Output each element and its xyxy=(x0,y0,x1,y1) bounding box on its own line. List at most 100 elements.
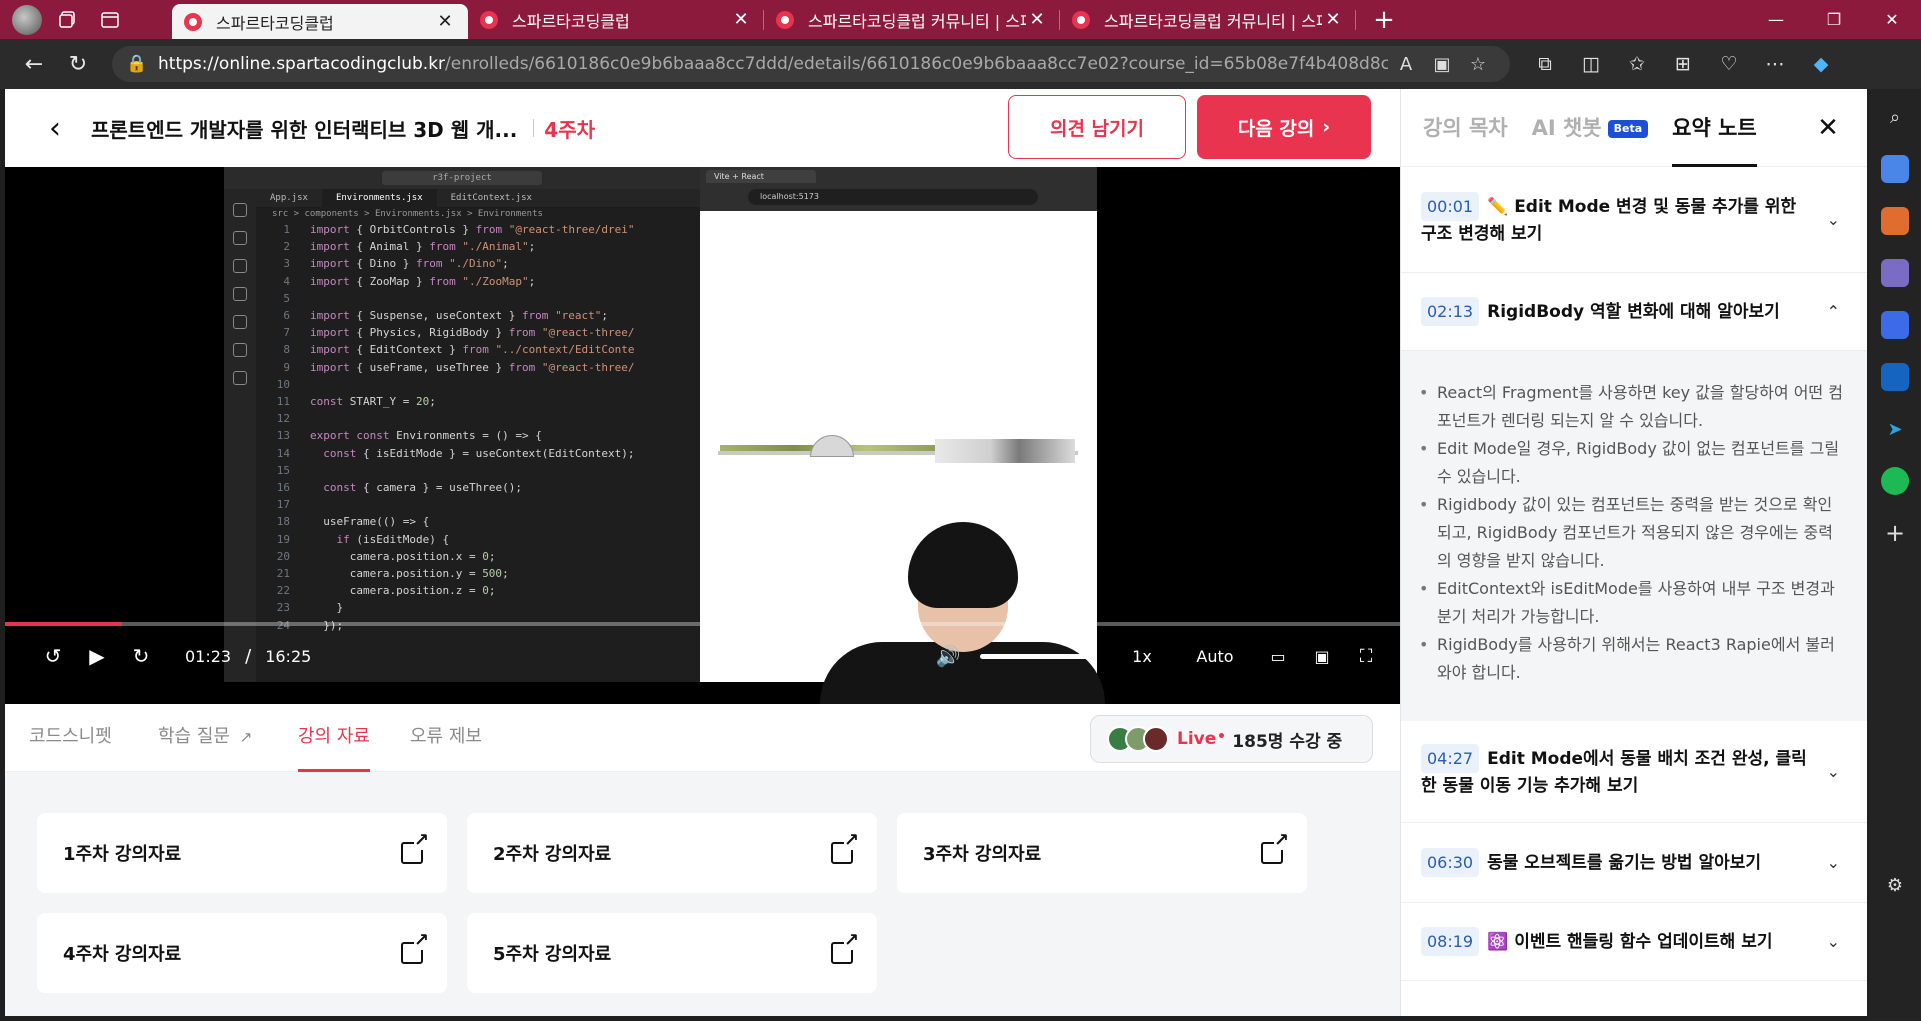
collections-icon[interactable]: ⊞ xyxy=(1660,44,1706,84)
tab-close-icon[interactable]: ✕ xyxy=(730,9,752,30)
material-card-week2[interactable]: 2주차 강의자료 xyxy=(467,813,877,893)
chapter-item[interactable]: 08:19 ⚛️ 이벤트 핸들링 함수 업데이트해 보기 ⌄ xyxy=(1401,903,1867,981)
chapter-timestamp[interactable]: 02:13 xyxy=(1421,297,1480,326)
read-aloud-icon[interactable]: A xyxy=(1388,54,1424,75)
video-player[interactable]: r3f-project App.jsx Environments.jsx Edi… xyxy=(5,167,1400,704)
more-options-icon[interactable]: ⋯ xyxy=(1752,44,1798,84)
tab-table-of-contents[interactable]: 강의 목차 xyxy=(1423,89,1508,167)
app-available-icon[interactable]: ▣ xyxy=(1424,54,1460,75)
volume-icon[interactable]: 🔊 xyxy=(926,636,970,676)
chapter-timestamp[interactable]: 00:01 xyxy=(1421,191,1480,221)
new-tab-button[interactable]: + xyxy=(1364,0,1404,39)
telegram-icon[interactable]: ➤ xyxy=(1881,415,1909,443)
browser-essentials-icon[interactable]: ♡ xyxy=(1706,44,1752,84)
chapter-summary: React의 Fragment를 사용하면 key 값을 할당하여 어떤 컴포넌… xyxy=(1401,351,1867,721)
games-icon[interactable] xyxy=(1881,259,1909,287)
fullscreen-icon[interactable]: ⛶ xyxy=(1344,636,1388,676)
split-screen-icon[interactable]: ◫ xyxy=(1568,44,1614,84)
favorites-icon[interactable]: ✩ xyxy=(1614,44,1660,84)
forward-10-icon[interactable]: ↻ xyxy=(119,636,163,676)
tab-close-icon[interactable]: ✕ xyxy=(1026,9,1048,30)
chapter-item[interactable]: 04:27 Edit Mode에서 동물 배치 조건 완성, 클릭한 동물 이동 … xyxy=(1401,721,1867,823)
line-number: 12 xyxy=(276,412,290,426)
add-sidebar-app-icon[interactable]: + xyxy=(1881,519,1909,547)
course-title: 프론트엔드 개발자를 위한 인터랙티브 3D 웹 개... xyxy=(91,117,518,142)
chapter-title-text: RigidBody 역할 변화에 대해 알아보기 xyxy=(1487,302,1780,322)
rewind-10-icon[interactable]: ↺ xyxy=(31,636,75,676)
restore-icon[interactable]: ❐ xyxy=(1805,0,1863,39)
tab-lecture-materials[interactable]: 강의 자료 xyxy=(298,704,370,772)
material-card-week3[interactable]: 3주차 강의자료 xyxy=(897,813,1307,893)
tab-close-icon[interactable]: ✕ xyxy=(434,11,456,32)
extensions-icon[interactable]: ⧉ xyxy=(1522,44,1568,84)
browser-tab-3[interactable]: 스파르타코딩클럽 커뮤니티 | 스파 ✕ xyxy=(764,0,1060,39)
back-arrow-icon[interactable]: ← xyxy=(12,44,56,84)
feedback-button[interactable]: 의견 남기기 xyxy=(1008,95,1186,159)
material-card-week1[interactable]: 1주차 강의자료 xyxy=(37,813,447,893)
next-lecture-button[interactable]: 다음 강의 › xyxy=(1197,95,1371,159)
material-card-week4[interactable]: 4주차 강의자료 xyxy=(37,913,447,993)
search-icon[interactable]: ⌕ xyxy=(1881,103,1909,131)
tab-close-icon[interactable]: ✕ xyxy=(1322,9,1344,30)
shopping-tag-icon[interactable] xyxy=(1881,155,1909,183)
outlook-icon[interactable] xyxy=(1881,363,1909,391)
tab-learning-question[interactable]: 학습 질문 ↗ xyxy=(158,704,252,772)
line-number: 16 xyxy=(276,481,290,495)
lecture-header: ‹ 프론트엔드 개발자를 위한 인터랙티브 3D 웹 개... 4주차 의견 남… xyxy=(5,89,1400,167)
spotify-icon[interactable] xyxy=(1881,467,1909,495)
material-card-week5[interactable]: 5주차 강의자료 xyxy=(467,913,877,993)
tab-error-report[interactable]: 오류 제보 xyxy=(410,704,482,772)
line-number: 20 xyxy=(276,549,290,563)
url-host: https://online.spartacodingclub.kr xyxy=(158,54,446,74)
chapter-item[interactable]: 00:01 ✏️ Edit Mode 변경 및 동물 추가를 위한 구조 변경해 … xyxy=(1401,167,1867,273)
line-code: camera.position.y = 500; xyxy=(310,567,509,581)
sidebar-settings-icon[interactable]: ⚙ xyxy=(1881,871,1909,899)
chapter-title-text: 동물 오브젝트를 옮기는 방법 알아보기 xyxy=(1487,853,1762,873)
copilot-icon[interactable]: ◆ xyxy=(1798,44,1844,84)
url-field[interactable]: 🔒 https://online.spartacodingclub.kr /en… xyxy=(112,46,1510,82)
line-code: export const Environments = () => { xyxy=(310,429,542,443)
tab-code-snippet[interactable]: 코드스니펫 xyxy=(29,704,112,772)
code-line: 7 import { Physics, RigidBody } from "@re… xyxy=(256,324,686,341)
quality-selector[interactable]: Auto xyxy=(1190,647,1240,666)
play-icon[interactable]: ▶ xyxy=(75,636,119,676)
spartacoding-favicon-icon xyxy=(184,12,202,31)
external-link-icon xyxy=(831,832,859,864)
workspaces-icon[interactable] xyxy=(52,4,84,36)
browser-tab-4[interactable]: 스파르타코딩클럽 커뮤니티 | 스파 ✕ xyxy=(1060,0,1356,39)
line-number: 8 xyxy=(283,343,290,357)
close-window-icon[interactable]: ✕ xyxy=(1863,0,1921,39)
subtitles-icon[interactable]: ▭ xyxy=(1256,636,1300,676)
copilot-app-icon[interactable] xyxy=(1881,311,1909,339)
favorite-star-icon[interactable]: ☆ xyxy=(1460,54,1496,75)
tab-label: 스파르타코딩클럽 커뮤니티 | 스파 xyxy=(808,11,1026,31)
code-line: 3 import { Dino } from "./Dino"; xyxy=(256,255,686,272)
chapter-timestamp[interactable]: 08:19 xyxy=(1421,927,1480,956)
chapter-item[interactable]: 06:30 동물 오브젝트를 옮기는 방법 알아보기 ⌄ xyxy=(1401,823,1867,903)
theater-mode-icon[interactable]: ▣ xyxy=(1300,636,1344,676)
code-line: 14 const { isEditMode } = useContext(Edi… xyxy=(256,445,686,462)
volume-slider[interactable] xyxy=(980,653,1092,659)
tools-briefcase-icon[interactable] xyxy=(1881,207,1909,235)
browser-tab-1[interactable]: 스파르타코딩클럽 ✕ xyxy=(172,4,468,39)
back-chevron-icon[interactable]: ‹ xyxy=(25,98,85,158)
chapter-timestamp[interactable]: 06:30 xyxy=(1421,848,1480,877)
lecture-tabs: 코드스니펫 학습 질문 ↗ 강의 자료 오류 제보 Live 185명 수강 중 xyxy=(5,704,1400,772)
playback-speed[interactable]: 1x xyxy=(1122,647,1162,666)
avatar xyxy=(1143,726,1169,752)
editor-tabs: App.jsx Environments.jsx EditContext.jsx xyxy=(256,189,700,207)
spartacoding-favicon-icon xyxy=(480,10,498,29)
refresh-icon[interactable]: ↻ xyxy=(56,44,100,84)
external-link-icon xyxy=(401,832,429,864)
close-icon[interactable]: ✕ xyxy=(1811,111,1845,145)
line-code: import { EditContext } from "../context/… xyxy=(310,343,635,357)
tab-summary-notes[interactable]: 요약 노트 xyxy=(1672,89,1757,167)
profile-avatar[interactable] xyxy=(12,4,42,35)
chapter-item[interactable]: 02:13 RigidBody 역할 변화에 대해 알아보기 ⌃ xyxy=(1401,273,1867,351)
tab-actions-icon[interactable] xyxy=(94,4,126,36)
editor-titlebar: r3f-project xyxy=(224,167,700,189)
tab-ai-chatbot[interactable]: AI 챗봇 Beta xyxy=(1532,89,1649,167)
chapter-timestamp[interactable]: 04:27 xyxy=(1421,743,1480,773)
browser-tab-2[interactable]: 스파르타코딩클럽 ✕ xyxy=(468,0,764,39)
minimize-icon[interactable]: — xyxy=(1747,0,1805,39)
